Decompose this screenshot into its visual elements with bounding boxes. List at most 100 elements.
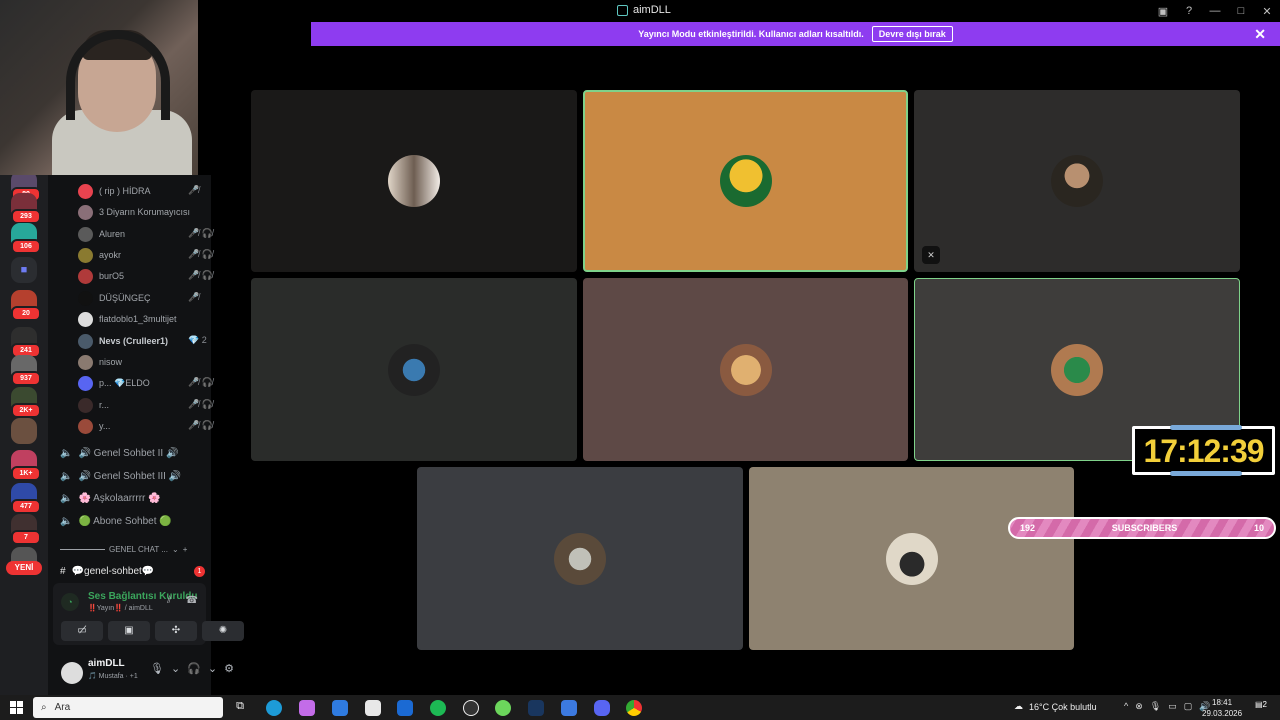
obs-icon[interactable]	[463, 700, 479, 716]
server-icon[interactable]: 293	[11, 193, 41, 224]
inbox-icon[interactable]: ▣	[1150, 0, 1176, 22]
voice-member[interactable]: ayokr 🎤̸ 🎧̸	[78, 246, 213, 264]
username[interactable]: aimDLL	[88, 658, 125, 669]
start-button[interactable]	[10, 701, 23, 714]
banner-text: Yayıncı Modu etkinleştirildi. Kullanıcı …	[638, 29, 864, 39]
participant-tile[interactable]	[749, 467, 1074, 650]
signal-icon[interactable]: ◔	[61, 593, 79, 611]
banner-close-icon[interactable]: ✕	[1254, 26, 1266, 43]
participant-tile[interactable]	[417, 467, 743, 650]
server-icon[interactable]: 106	[11, 223, 41, 254]
voice-channel[interactable]: 🔈 🔊 Genel Sohbet III 🔊	[60, 466, 181, 486]
server-icon[interactable]: 241	[11, 327, 41, 358]
taskbar-search[interactable]: ⌕ Ara	[33, 697, 223, 718]
voice-member[interactable]: 3 Diyarın Korumayıcısı	[78, 203, 190, 221]
outlook-icon[interactable]	[397, 700, 413, 716]
network-icon[interactable]: ▢	[1184, 701, 1193, 712]
edge-icon[interactable]	[266, 700, 282, 716]
weather-widget[interactable]: ☁ 16°C Çok bulutlu	[1014, 701, 1097, 712]
voice-member[interactable]: ( rip ) HİDRA 🎤̸	[78, 182, 199, 200]
voice-member[interactable]: flatdoblo1_3multijet	[78, 310, 177, 328]
voice-channel[interactable]: 🔈 🌸 Aşkolaarrrrr 🌸	[60, 488, 161, 508]
server-folder-icon[interactable]: ■	[11, 257, 37, 283]
text-channel[interactable]: # 💬genel-sohbet💬 1	[60, 562, 205, 580]
voice-member[interactable]: DÜŞÜNGEÇ 🎤̸	[78, 289, 199, 307]
voice-member[interactable]: p... 💎ELDO 🎤̸ 🎧̸	[78, 374, 213, 392]
server-badge: 293	[11, 209, 41, 224]
voice-channel[interactable]: 🔈 🟢 Abone Sohbet 🟢	[60, 511, 172, 531]
category-header[interactable]: GENEL CHAT ... ⌄ +	[60, 545, 205, 554]
voice-channel[interactable]: 🔈 🔊 Genel Sohbet II 🔊	[60, 443, 178, 463]
store-icon[interactable]	[365, 700, 381, 716]
new-pill[interactable]: YENİ	[6, 561, 42, 575]
server-badge: 477	[11, 499, 41, 514]
voice-channel-name: 🔊 Genel Sohbet II 🔊	[78, 447, 179, 459]
clock[interactable]: 18:41 29.03.2026	[1202, 697, 1242, 719]
cloud-icon: ☁	[1014, 701, 1023, 711]
noise-suppression-icon[interactable]: ⫽	[167, 595, 171, 606]
voice-member[interactable]: y... 🎤̸ 🎧̸	[78, 417, 213, 435]
voice-channel-name: 🔊 Genel Sohbet III 🔊	[78, 470, 182, 482]
participant-tile-speaking[interactable]	[583, 90, 908, 272]
voice-member[interactable]: r... 🎤̸ 🎧̸	[78, 396, 213, 414]
headphones-icon[interactable]: 🎧	[187, 662, 201, 675]
participant-avatar	[388, 343, 440, 396]
copilot-icon[interactable]	[299, 700, 315, 716]
close-window-button[interactable]: ✕	[1254, 0, 1280, 22]
disconnect-icon[interactable]: ☎	[186, 595, 198, 606]
notification-center-icon[interactable]: ▤2	[1253, 700, 1269, 714]
server-icon[interactable]: 20	[11, 290, 41, 321]
member-name: burO5	[99, 271, 125, 281]
task-view-icon[interactable]: ⧉	[232, 700, 248, 716]
soundboard-icon[interactable]: ✺	[202, 621, 244, 641]
server-icon[interactable]: 937	[11, 355, 41, 386]
clock-time: 18:41	[1212, 698, 1233, 707]
steam-icon[interactable]	[528, 700, 544, 716]
chevron-down-icon[interactable]: ⌄	[171, 662, 180, 675]
voice-actions: ⫽ ☎	[167, 595, 198, 606]
member-name: 3 Diyarın Korumayıcısı	[99, 207, 191, 217]
server-icon[interactable]: 7	[11, 514, 41, 545]
microphone-icon[interactable]: 🎙	[1150, 701, 1161, 712]
chrome-icon[interactable]	[626, 700, 642, 716]
battery-icon[interactable]: ▭	[1168, 701, 1177, 712]
participant-tile[interactable]	[251, 90, 577, 272]
help-icon[interactable]: ?	[1176, 0, 1202, 22]
window-title: aimDLL	[617, 4, 671, 16]
participant-tile[interactable]: ✕	[914, 90, 1240, 272]
voice-member[interactable]: Aluren 🎤̸ 🎧̸	[78, 225, 213, 243]
voice-channel-location[interactable]: ‼️Yayın‼️ / aimDLL	[88, 604, 153, 612]
server-icon[interactable]	[11, 418, 37, 444]
disable-streamer-mode-button[interactable]: Devre dışı bırak	[871, 26, 953, 42]
speaker-icon: 🔈	[60, 447, 73, 459]
settings-gear-icon[interactable]: ⚙	[224, 662, 234, 675]
microsoft-store-icon[interactable]	[332, 700, 348, 716]
chevron-up-icon[interactable]: ^	[1124, 701, 1128, 712]
camera-off-icon[interactable]: ▭̸	[61, 621, 103, 641]
participant-avatar	[885, 532, 938, 585]
spotify-icon[interactable]	[430, 700, 446, 716]
discord-icon[interactable]	[594, 700, 610, 716]
tray-app-icon[interactable]: ⊗	[1135, 701, 1143, 712]
app-icon[interactable]	[561, 700, 577, 716]
maximize-button[interactable]: □	[1228, 0, 1254, 22]
discord-window: aimDLL ▣ ? — □ ✕ Yayıncı Modu etkinleşti…	[0, 0, 1280, 720]
chevron-down-icon[interactable]: ⌄	[208, 662, 217, 675]
screen-share-icon[interactable]: ▣	[108, 621, 150, 641]
voice-member[interactable]: nisow	[78, 353, 122, 371]
voice-member[interactable]: Nevs (Crulleer1) 💎 2	[78, 332, 207, 350]
server-icon[interactable]: 1K+	[11, 450, 41, 481]
activities-icon[interactable]: ✣	[155, 621, 197, 641]
server-icon[interactable]: 477	[11, 483, 41, 514]
participant-tile[interactable]	[251, 278, 577, 461]
microphone-icon[interactable]: 🎙	[150, 662, 164, 675]
participant-tile[interactable]	[583, 278, 908, 461]
app-icon[interactable]	[495, 700, 511, 716]
avatar[interactable]	[61, 662, 83, 684]
add-channel-icon[interactable]: +	[183, 545, 188, 554]
member-name: nisow	[99, 357, 123, 367]
app-icon	[617, 4, 628, 16]
server-icon[interactable]: 2K+	[11, 387, 41, 418]
voice-member[interactable]: burO5 🎤̸ 🎧̸	[78, 267, 213, 285]
minimize-button[interactable]: —	[1202, 0, 1228, 22]
